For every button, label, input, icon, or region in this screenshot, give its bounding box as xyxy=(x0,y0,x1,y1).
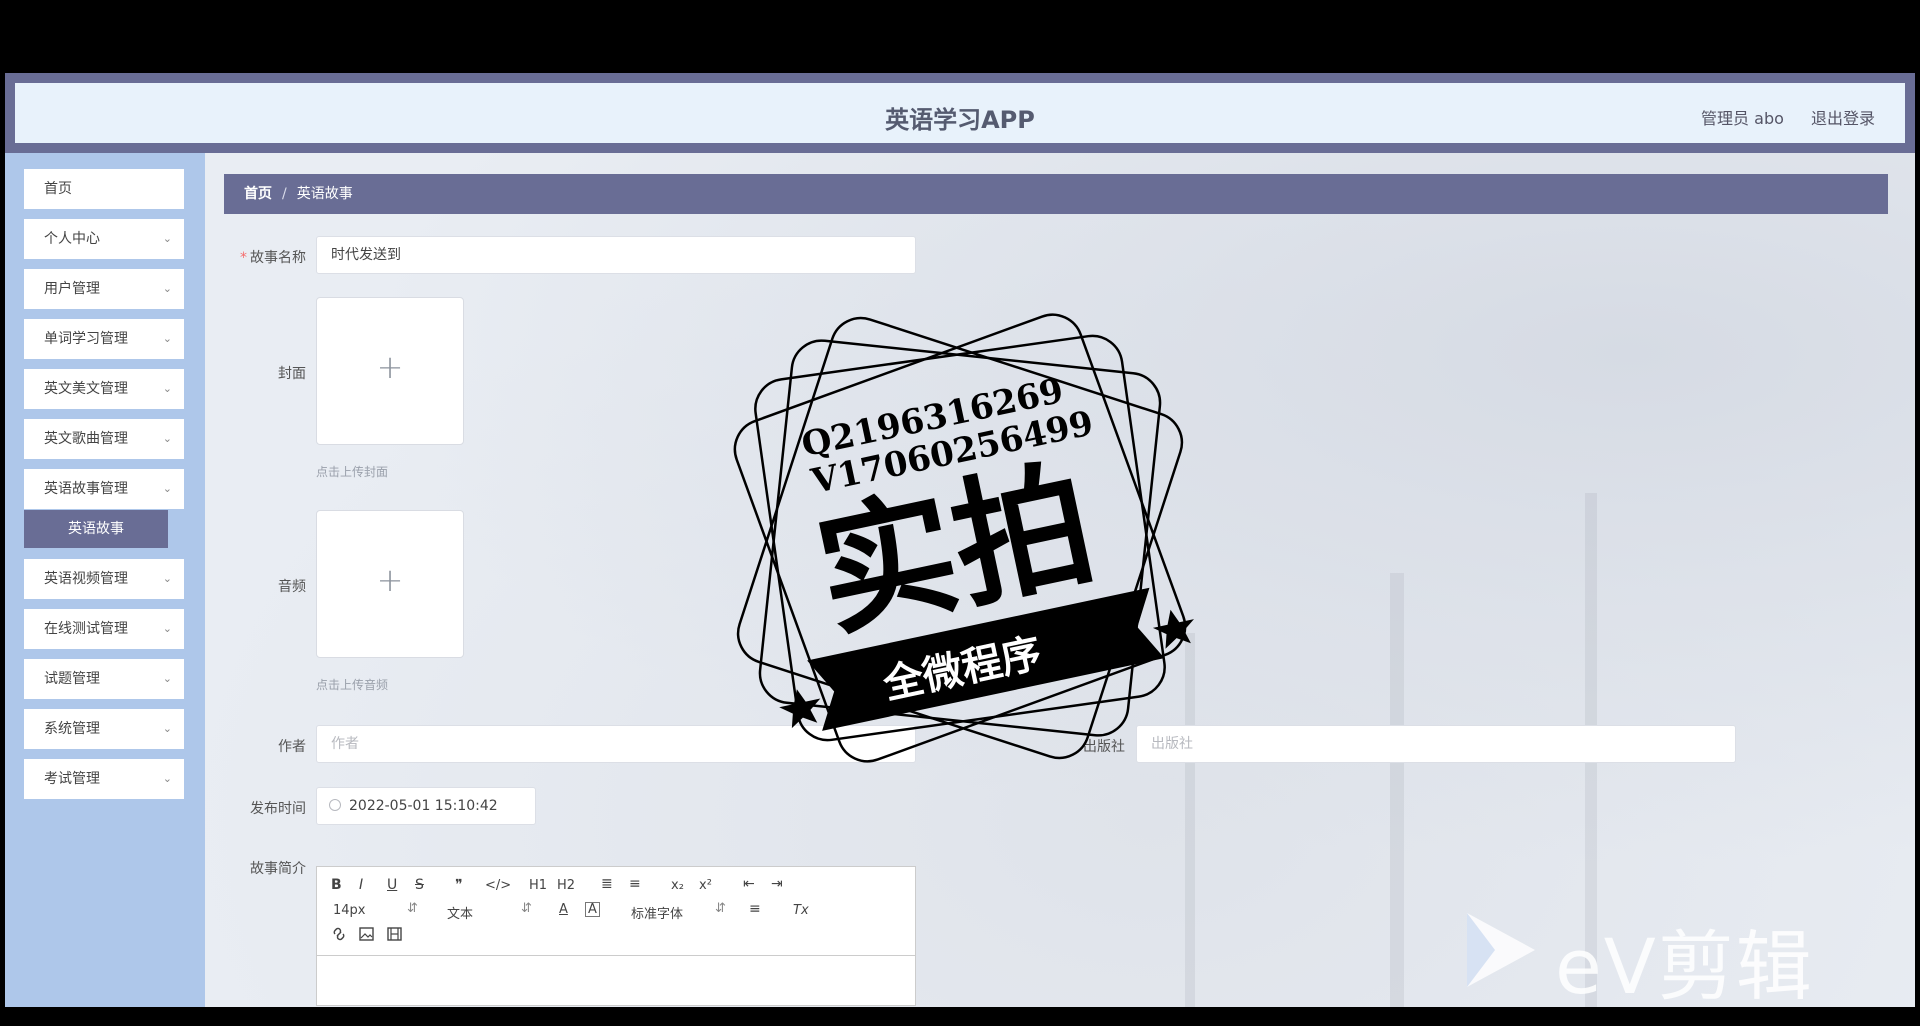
sidebar-item-label: 用户管理 xyxy=(44,281,100,297)
indent-button[interactable]: ⇥ xyxy=(771,876,783,892)
sidebar-item-label: 首页 xyxy=(44,181,72,197)
app-title: 英语学习APP xyxy=(885,106,1035,134)
sidebar-item-english-stories[interactable]: 英语故事管理 ⌄ xyxy=(24,469,184,509)
publish-time-value: 2022-05-01 15:10:42 xyxy=(349,798,498,814)
audio-upload[interactable]: + xyxy=(316,510,464,658)
font-size-select[interactable]: 14px xyxy=(333,903,366,918)
chevron-down-icon: ⌄ xyxy=(162,672,172,685)
sidebar-item-word-study[interactable]: 单词学习管理 ⌄ xyxy=(24,319,184,359)
sidebar-item-system-management[interactable]: 系统管理 ⌄ xyxy=(24,709,184,749)
italic-button[interactable]: I xyxy=(359,877,363,893)
publish-time-label: 发布时间 xyxy=(250,801,306,817)
publisher-label: 出版社 xyxy=(1083,739,1125,755)
background-blur xyxy=(1390,573,1404,1007)
sidebar-item-label: 单词学习管理 xyxy=(44,331,128,347)
sidebar-item-label: 英文歌曲管理 xyxy=(44,431,128,447)
sidebar-item-user-management[interactable]: 用户管理 ⌄ xyxy=(24,269,184,309)
bullet-list-button[interactable]: ≡ xyxy=(629,876,641,892)
clear-format-button[interactable]: Tx xyxy=(793,903,809,918)
publisher-input[interactable]: 出版社 xyxy=(1136,725,1736,763)
sidebar-item-label: 考试管理 xyxy=(44,771,100,787)
font-family-select[interactable]: 标准字体 xyxy=(631,903,683,922)
subscript-button[interactable]: x₂ xyxy=(671,878,684,893)
header-select[interactable]: 文本 xyxy=(447,903,473,922)
required-mark: * xyxy=(240,250,247,266)
image-icon[interactable] xyxy=(359,927,374,945)
select-arrow-icon: ⇵ xyxy=(407,901,418,916)
chevron-down-icon: ⌄ xyxy=(162,382,172,395)
sidebar-item-home[interactable]: 首页 xyxy=(24,169,184,209)
chevron-down-icon: ⌄ xyxy=(162,622,172,635)
sidebar-item-label: 在线测试管理 xyxy=(44,621,128,637)
select-arrow-icon: ⇵ xyxy=(521,901,532,916)
select-arrow-icon: ⇵ xyxy=(715,901,726,916)
audio-label: 音频 xyxy=(278,579,306,595)
sidebar-item-question-management[interactable]: 试题管理 ⌄ xyxy=(24,659,184,699)
rich-text-editor: B I U S ❞ </> H1 H2 ≣ ≡ x₂ x² ⇤ ⇥ 14px ⇵… xyxy=(316,866,916,1006)
breadcrumb-home[interactable]: 首页 xyxy=(244,186,272,202)
header-bar: 英语学习APP 管理员 abo 退出登录 xyxy=(15,83,1905,143)
cover-label: 封面 xyxy=(278,366,306,382)
chevron-down-icon: ⌄ xyxy=(162,482,172,495)
publish-time-picker[interactable]: 2022-05-01 15:10:42 xyxy=(316,787,536,825)
superscript-button[interactable]: x² xyxy=(699,878,712,893)
align-button[interactable]: ≡ xyxy=(749,901,761,917)
audio-hint: 点击上传音频 xyxy=(316,678,389,692)
code-button[interactable]: </> xyxy=(485,878,511,893)
summary-label: 故事简介 xyxy=(250,861,306,877)
plus-icon: + xyxy=(376,348,404,386)
chevron-down-icon: ⌄ xyxy=(162,722,172,735)
breadcrumb: 首页 / 英语故事 xyxy=(224,174,1888,214)
breadcrumb-separator: / xyxy=(282,186,287,202)
story-name-label-text: 故事名称 xyxy=(250,250,306,266)
top-header: 英语学习APP 管理员 abo 退出登录 xyxy=(5,73,1915,153)
blockquote-button[interactable]: ❞ xyxy=(455,877,463,893)
app-window: 英语学习APP 管理员 abo 退出登录 首页 个人中心 ⌄ 用户管理 ⌄ 单词学习… xyxy=(5,73,1915,1007)
h2-button[interactable]: H2 xyxy=(557,878,575,893)
cover-hint: 点击上传封面 xyxy=(316,465,389,479)
sidebar-item-english-essay[interactable]: 英文美文管理 ⌄ xyxy=(24,369,184,409)
clock-icon xyxy=(329,799,341,811)
chevron-down-icon: ⌄ xyxy=(162,772,172,785)
plus-icon: + xyxy=(376,561,404,599)
h1-button[interactable]: H1 xyxy=(529,878,547,893)
cover-upload[interactable]: + xyxy=(316,297,464,445)
editor-toolbar: B I U S ❞ </> H1 H2 ≣ ≡ x₂ x² ⇤ ⇥ 14px ⇵… xyxy=(317,867,915,956)
author-label: 作者 xyxy=(278,739,306,755)
breadcrumb-current: 英语故事 xyxy=(296,186,353,202)
sidebar-item-personal-center[interactable]: 个人中心 ⌄ xyxy=(24,219,184,259)
ordered-list-button[interactable]: ≣ xyxy=(601,876,613,892)
strike-button[interactable]: S xyxy=(415,877,424,893)
chevron-down-icon: ⌄ xyxy=(162,332,172,345)
chevron-down-icon: ⌄ xyxy=(162,282,172,295)
chevron-down-icon: ⌄ xyxy=(162,432,172,445)
text-color-button[interactable]: A xyxy=(559,902,568,917)
sidebar-item-label: 个人中心 xyxy=(44,231,100,247)
chevron-down-icon: ⌄ xyxy=(162,572,172,585)
background-color-button[interactable]: A xyxy=(585,902,600,917)
sidebar-item-english-video[interactable]: 英语视频管理 ⌄ xyxy=(24,559,184,599)
bold-button[interactable]: B xyxy=(331,877,342,893)
sidebar-item-english-songs[interactable]: 英文歌曲管理 ⌄ xyxy=(24,419,184,459)
sidebar-subitem-english-story[interactable]: 英语故事 xyxy=(24,510,168,548)
link-icon[interactable] xyxy=(331,927,347,945)
sidebar-item-label: 试题管理 xyxy=(44,671,100,687)
story-name-input[interactable]: 时代发送到 xyxy=(316,236,916,274)
underline-button[interactable]: U xyxy=(387,877,397,893)
story-name-label: * 故事名称 xyxy=(216,247,306,267)
chevron-down-icon: ⌄ xyxy=(162,232,172,245)
logout-link[interactable]: 退出登录 xyxy=(1811,109,1875,128)
sidebar-item-label: 英文美文管理 xyxy=(44,381,128,397)
sidebar-item-label: 英语视频管理 xyxy=(44,571,128,587)
author-input[interactable]: 作者 xyxy=(316,725,916,763)
header-user-area: 管理员 abo 退出登录 xyxy=(1679,105,1875,129)
background-blur xyxy=(1185,633,1195,1007)
sidebar-item-label: 系统管理 xyxy=(44,721,100,737)
sidebar-item-label: 英语故事管理 xyxy=(44,481,128,497)
sidebar-item-exam-management[interactable]: 考试管理 ⌄ xyxy=(24,759,184,799)
sidebar-item-online-test[interactable]: 在线测试管理 ⌄ xyxy=(24,609,184,649)
admin-label: 管理员 abo xyxy=(1701,109,1784,128)
outdent-button[interactable]: ⇤ xyxy=(743,876,755,892)
video-icon[interactable] xyxy=(387,927,402,945)
